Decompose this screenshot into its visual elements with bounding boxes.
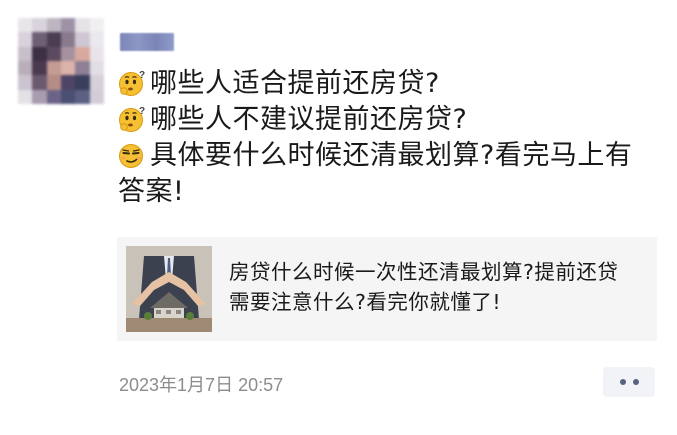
author-name[interactable] — [120, 33, 174, 51]
post-line-2: ? 哪些人不建议提前还房贷? — [118, 102, 658, 138]
shared-article-card[interactable]: 房贷什么时候一次性还清最划算?提前还贷需要注意什么?看完你就懂了! — [117, 237, 657, 341]
house-protected-by-hands-image — [126, 246, 212, 332]
svg-text:?: ? — [139, 106, 146, 117]
thinking-face-icon: ? — [118, 105, 148, 133]
article-title: 房贷什么时候一次性还清最划算?提前还贷需要注意什么?看完你就懂了! — [229, 260, 619, 314]
avatar[interactable] — [18, 18, 104, 104]
more-actions-button[interactable] — [603, 367, 655, 397]
smirk-face-icon — [118, 141, 148, 169]
article-thumbnail — [126, 246, 212, 332]
thinking-face-icon: ? — [118, 69, 148, 97]
post-line-3: 具体要什么时候还清最划算?看完马上有答案! — [118, 140, 633, 207]
more-dots-icon — [619, 379, 626, 385]
more-dots-icon — [632, 379, 639, 385]
moments-post: ? 哪些人适合提前还房贷? ? 哪些人不建议提前还房贷? 具体要什么时候还清最划… — [0, 0, 677, 435]
post-text: ? 哪些人适合提前还房贷? ? 哪些人不建议提前还房贷? 具体要什么时候还清最划… — [118, 66, 658, 210]
post-timestamp: 2023年1月7日 20:57 — [119, 375, 284, 395]
svg-text:?: ? — [139, 70, 146, 81]
post-line-1: ? 哪些人适合提前还房贷? — [118, 66, 658, 102]
